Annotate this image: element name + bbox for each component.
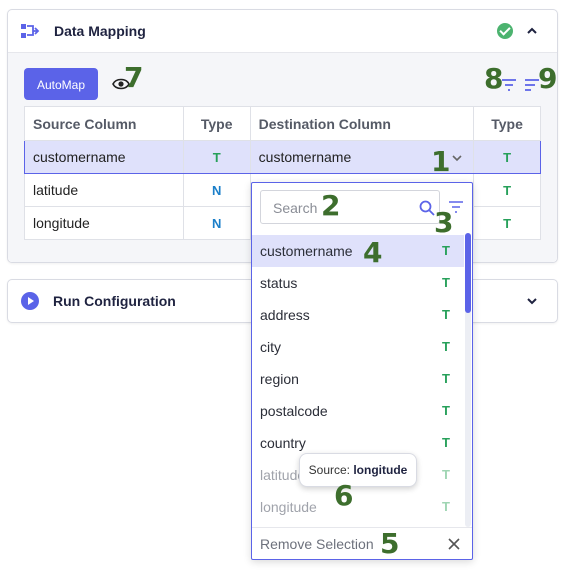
remove-selection-row[interactable]: Remove Selection 5 (252, 527, 472, 559)
header-destination-type[interactable]: Type (473, 106, 541, 141)
chevron-down-icon[interactable] (525, 294, 539, 308)
type-badge: T (442, 499, 450, 514)
search-icon[interactable] (419, 200, 435, 216)
dropdown-option[interactable]: longitude T (252, 491, 464, 523)
filter-icon[interactable] (500, 78, 518, 92)
destination-dropdown: 2 3 customername T 4 status T address T … (251, 182, 473, 560)
option-label: address (260, 307, 310, 323)
callout-4: 4 (363, 236, 383, 269)
option-label: longitude (260, 499, 317, 515)
type-badge: T (442, 275, 450, 290)
table-row[interactable]: customername T customername T (24, 140, 541, 174)
type-badge: T (442, 307, 450, 322)
callout-9: 9 (538, 62, 558, 95)
tooltip-prefix: Source: (308, 463, 350, 477)
automap-button[interactable]: AutoMap (24, 68, 98, 100)
data-mapping-title: Data Mapping (54, 23, 146, 39)
source-cell: customername (24, 140, 184, 174)
destination-value: customername (258, 149, 352, 165)
chevron-down-icon[interactable] (451, 152, 463, 164)
type-badge: T (503, 216, 512, 231)
destination-type-cell: T (473, 140, 541, 174)
source-tooltip: Source: longitude (299, 453, 417, 487)
header-destination-column[interactable]: Destination Column (249, 106, 475, 141)
callout-2: 2 (321, 189, 341, 222)
callout-7: 7 (124, 61, 144, 94)
check-circle-icon (497, 23, 513, 39)
dropdown-option[interactable]: region T (252, 363, 464, 395)
type-badge: T (442, 435, 450, 450)
destination-type-cell: T (473, 173, 541, 207)
option-label: postalcode (260, 403, 328, 419)
source-cell: longitude (24, 206, 184, 240)
option-label: status (260, 275, 298, 291)
play-icon (21, 292, 39, 310)
type-badge: T (503, 150, 512, 165)
option-label: customername (260, 243, 353, 259)
destination-type-cell: T (473, 206, 541, 240)
scrollbar-thumb[interactable] (465, 233, 471, 313)
option-label: city (260, 339, 281, 355)
source-type-cell: T (182, 140, 251, 174)
dropdown-option[interactable]: status T (252, 267, 464, 299)
dropdown-option[interactable]: postalcode T (252, 395, 464, 427)
type-badge: T (442, 403, 450, 418)
data-mapping-header[interactable]: Data Mapping (8, 10, 557, 52)
callout-3: 3 (434, 206, 454, 239)
remove-selection-label: Remove Selection (260, 536, 374, 552)
source-type-cell: N (182, 173, 251, 207)
type-badge: T (442, 467, 450, 482)
header-source-type[interactable]: Type (182, 106, 251, 141)
option-label: region (260, 371, 299, 387)
option-label: country (260, 435, 306, 451)
type-badge: T (442, 339, 450, 354)
header-source-column[interactable]: Source Column (24, 106, 184, 141)
source-cell: latitude (24, 173, 184, 207)
type-badge: N (212, 216, 222, 231)
callout-5: 5 (380, 527, 400, 560)
table-header-row: Source Column Type Destination Column Ty… (24, 106, 541, 141)
type-badge: T (212, 150, 221, 165)
callout-1: 1 (431, 145, 451, 178)
dropdown-option[interactable]: city T (252, 331, 464, 363)
chevron-up-icon[interactable] (525, 24, 539, 38)
data-mapping-icon (21, 24, 40, 38)
close-icon[interactable] (448, 538, 460, 550)
search-box[interactable] (260, 190, 440, 224)
type-badge: N (212, 183, 222, 198)
run-configuration-title: Run Configuration (53, 293, 176, 309)
tooltip-value: longitude (353, 463, 408, 477)
type-badge: T (503, 183, 512, 198)
source-type-cell: N (182, 206, 251, 240)
dropdown-option[interactable]: customername T (252, 235, 464, 267)
type-badge: T (442, 243, 450, 258)
dropdown-scrollbar[interactable] (465, 233, 471, 527)
dropdown-option[interactable]: address T (252, 299, 464, 331)
callout-6: 6 (334, 479, 354, 512)
type-badge: T (442, 371, 450, 386)
